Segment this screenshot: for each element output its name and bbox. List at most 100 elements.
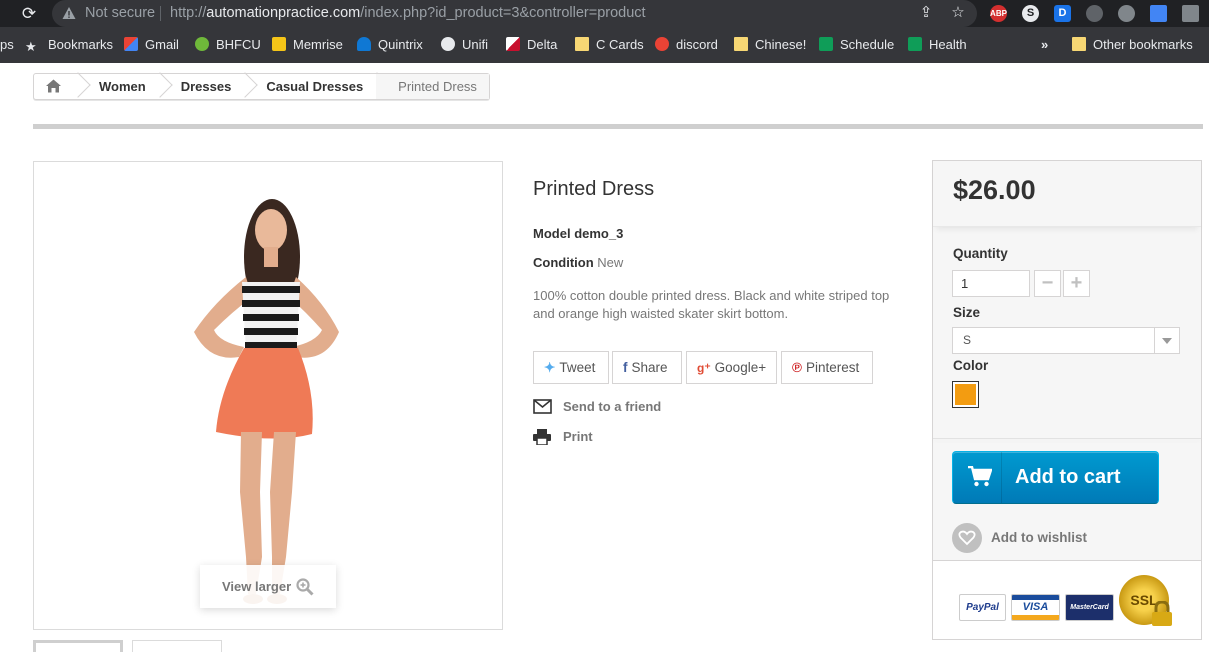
print-label: Print	[563, 429, 593, 444]
paypal-logo: PayPal	[959, 594, 1006, 621]
bookmark-label: Other bookmarks	[1093, 37, 1193, 52]
music-extension-icon[interactable]	[1118, 5, 1135, 22]
s-extension-icon[interactable]: S	[1022, 5, 1039, 22]
product-image[interactable]: View larger	[33, 161, 503, 630]
divider	[1001, 452, 1002, 503]
product-description: 100% cotton double printed dress. Black …	[533, 288, 890, 321]
delta-icon	[506, 37, 520, 51]
apps-partial-label[interactable]: ps	[0, 37, 14, 53]
breadcrumb: Women Dresses Casual Dresses Printed Dre…	[33, 72, 490, 100]
color-swatch-orange[interactable]	[952, 381, 979, 408]
bookmark-other[interactable]: Other bookmarks	[1072, 37, 1193, 53]
bookmark-schedule[interactable]: Schedule	[819, 37, 894, 53]
striped-top	[242, 282, 300, 350]
cart-icon	[968, 466, 992, 487]
warning-icon[interactable]	[62, 6, 76, 20]
bhfcu-icon	[195, 37, 209, 51]
share-label: Share	[631, 360, 668, 375]
sheets-icon	[908, 37, 922, 51]
thumbnail-1[interactable]	[33, 640, 123, 652]
folder-icon	[575, 37, 589, 51]
visa-logo: VISA	[1011, 594, 1060, 621]
breadcrumb-label: Women	[99, 79, 146, 94]
breadcrumb-women[interactable]: Women	[77, 72, 173, 99]
send-to-friend-label: Send to a friend	[563, 399, 662, 414]
bookmark-quintrix[interactable]: Quintrix	[357, 37, 423, 53]
thumbnail-2[interactable]	[132, 640, 222, 652]
sheets-icon	[819, 37, 833, 51]
pinterest-icon: ℗	[792, 360, 802, 375]
translate-extension-icon[interactable]	[1150, 5, 1167, 22]
quantity-input[interactable]	[952, 270, 1030, 297]
orange-skirt	[216, 348, 313, 439]
payment-logos: PayPal VISA MasterCard SSL	[933, 561, 1201, 639]
bookmark-bookmarks[interactable]: ★ Bookmarks	[25, 37, 114, 54]
extension-icon[interactable]	[1086, 5, 1103, 22]
puzzle-extension-icon[interactable]	[1182, 5, 1199, 22]
bookmark-label: Quintrix	[378, 37, 423, 52]
folder-icon	[734, 37, 748, 51]
envelope-icon	[533, 399, 552, 414]
gmail-icon	[124, 37, 138, 51]
product-price: $26.00	[953, 175, 1036, 205]
pinterest-label: Pinterest	[805, 360, 860, 375]
bookmark-health[interactable]: Health	[908, 37, 967, 53]
star-icon: ★	[25, 39, 37, 54]
bookmark-label: discord	[676, 37, 718, 52]
tweet-label: Tweet	[559, 360, 596, 375]
padlock-icon	[1152, 601, 1172, 626]
quantity-plus-button[interactable]: +	[1063, 270, 1090, 297]
add-to-cart-label: Add to cart	[1015, 466, 1121, 488]
tweet-button[interactable]: ✦ Tweet	[533, 351, 609, 384]
model-label: Model	[533, 226, 571, 241]
adblock-extension-icon[interactable]: ABP	[990, 5, 1007, 22]
bookmark-label: Unifi	[462, 37, 489, 52]
reload-icon[interactable]: ⟳	[18, 3, 40, 25]
size-label: Size	[953, 305, 981, 320]
google-plus-label: Google+	[714, 360, 767, 375]
quantity-minus-button[interactable]: −	[1034, 270, 1061, 297]
bookmark-discord[interactable]: discord	[655, 37, 718, 53]
d-extension-icon[interactable]: D	[1054, 5, 1071, 22]
share-icon[interactable]: ⇪	[918, 5, 934, 21]
google-plus-button[interactable]: g⁺ Google+	[686, 351, 777, 384]
bookmarks-overflow-button[interactable]: »	[1041, 37, 1048, 53]
section-divider	[33, 124, 1203, 129]
bookmark-delta[interactable]: Delta	[506, 37, 557, 53]
view-larger-label: View larger	[222, 579, 292, 594]
mastercard-logo: MasterCard	[1065, 594, 1114, 621]
size-select[interactable]: S	[952, 327, 1180, 354]
not-secure-label[interactable]: Not secure	[85, 5, 155, 21]
bookmark-c-cards[interactable]: C Cards	[575, 37, 644, 53]
bookmark-bhfcu[interactable]: BHFCU	[195, 37, 261, 53]
url-text[interactable]: http://automationpractice.com/index.php?…	[170, 5, 646, 21]
breadcrumb-label: Casual Dresses	[266, 79, 364, 94]
folder-icon	[1072, 37, 1086, 51]
bookmark-memrise[interactable]: Memrise	[272, 37, 343, 53]
bookmark-label: BHFCU	[216, 37, 261, 52]
product-model: Model demo_3	[533, 226, 623, 241]
bookmark-label: Health	[929, 37, 967, 52]
buy-box: $26.00 Quantity − + Size S Color Add to …	[932, 160, 1202, 640]
pinterest-button[interactable]: ℗ Pinterest	[781, 351, 873, 384]
add-to-cart-button[interactable]: Add to cart	[952, 451, 1159, 504]
product-condition: Condition New	[533, 255, 623, 270]
view-larger-button[interactable]: View larger	[200, 565, 336, 608]
bookmark-label: Delta	[527, 37, 558, 52]
bookmark-gmail[interactable]: Gmail	[124, 37, 179, 53]
memrise-icon	[272, 37, 286, 51]
breadcrumb-dresses[interactable]: Dresses	[159, 72, 259, 99]
breadcrumb-home[interactable]	[34, 72, 91, 99]
condition-value: New	[597, 255, 624, 270]
bookmark-chinese[interactable]: Chinese!	[734, 37, 806, 53]
bookmark-label: Bookmarks	[48, 37, 114, 52]
bookmark-label: Memrise	[293, 37, 343, 52]
share-button[interactable]: f Share	[612, 351, 682, 384]
url-host: automationpractice.com	[206, 5, 361, 21]
url-prefix: http://	[170, 5, 207, 21]
browser-toolbar: ⟳ Not secure http://automationpractice.c…	[0, 0, 1209, 27]
facebook-icon: f	[623, 360, 628, 375]
breadcrumb-casual-dresses[interactable]: Casual Dresses	[244, 72, 390, 99]
bookmark-unifi[interactable]: Unifi	[441, 37, 488, 53]
bookmark-star-icon[interactable]: ☆	[950, 5, 966, 21]
